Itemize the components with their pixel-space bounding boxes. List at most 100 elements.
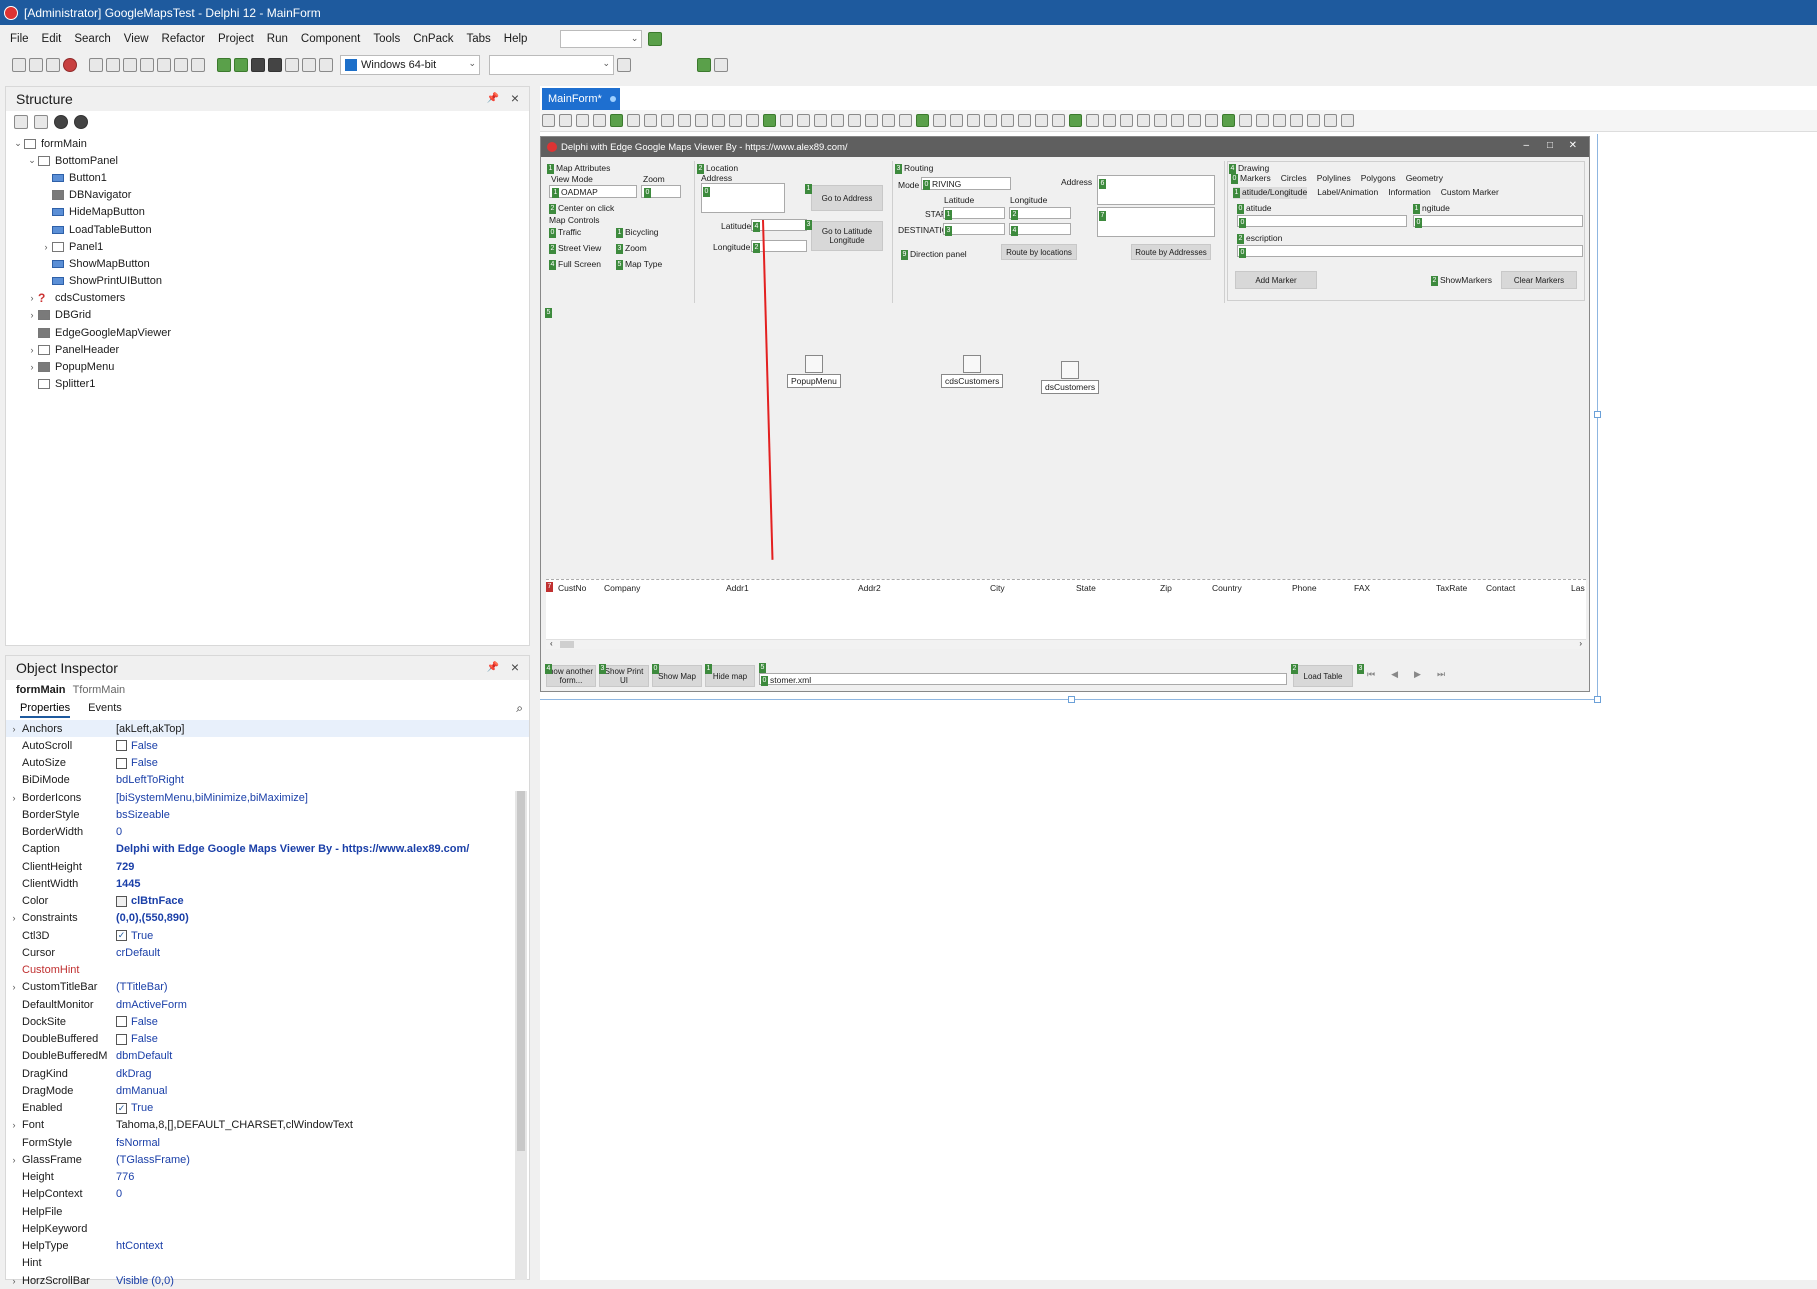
- property-value[interactable]: False: [116, 1016, 529, 1028]
- align-tool-icon[interactable]: [610, 114, 623, 127]
- navigate-forward-icon[interactable]: [714, 58, 728, 72]
- grid-column-header[interactable]: State: [1076, 583, 1096, 593]
- menu-tabs[interactable]: Tabs: [467, 33, 491, 45]
- tree-node[interactable]: › PopupMenu: [6, 358, 529, 375]
- start-latitude-input[interactable]: 1: [943, 207, 1005, 220]
- property-row[interactable]: Cursor crDefault: [6, 944, 529, 961]
- menu-tools[interactable]: Tools: [373, 33, 400, 45]
- menu-refactor[interactable]: Refactor: [162, 33, 205, 45]
- align-tool-icon[interactable]: [695, 114, 708, 127]
- new-icon[interactable]: [12, 58, 26, 72]
- last-record-icon[interactable]: ⏭: [1437, 669, 1445, 680]
- menu-run[interactable]: Run: [267, 33, 288, 45]
- map-type-check[interactable]: 5 Map Type: [616, 259, 662, 270]
- menu-file[interactable]: File: [10, 33, 29, 45]
- property-row[interactable]: Height 776: [6, 1169, 529, 1186]
- tab-mainform[interactable]: MainForm*: [542, 88, 620, 110]
- property-value[interactable]: 776: [116, 1171, 529, 1183]
- expand-chevron-icon[interactable]: ›: [6, 724, 22, 734]
- grid-column-header[interactable]: Company: [604, 583, 640, 593]
- trace-into-icon[interactable]: [302, 58, 316, 72]
- expand-chevron-icon[interactable]: ›: [6, 913, 22, 923]
- popupmenu-component[interactable]: PopupMenu: [787, 355, 841, 388]
- toggle-form-icon[interactable]: [174, 58, 188, 72]
- show-markers-check[interactable]: 2 ShowMarkers: [1431, 275, 1492, 286]
- align-tool-icon[interactable]: [814, 114, 827, 127]
- marker-longitude-input[interactable]: 0: [1413, 215, 1583, 228]
- tree-node[interactable]: LoadTableButton: [6, 221, 529, 238]
- inspector-object-selector[interactable]: formMain TformMain: [6, 680, 529, 700]
- direction-panel-check[interactable]: 9 Direction panel: [901, 249, 967, 260]
- align-tool-icon[interactable]: [882, 114, 895, 127]
- marker-description-input[interactable]: 0: [1237, 245, 1583, 258]
- location-address-input[interactable]: 0: [701, 183, 785, 213]
- run-without-debug-icon[interactable]: [234, 58, 248, 72]
- align-tool-icon[interactable]: [1324, 114, 1337, 127]
- subtab-information[interactable]: Information: [1388, 187, 1431, 199]
- align-tool-icon[interactable]: [950, 114, 963, 127]
- property-value[interactable]: Visible (0,0): [116, 1275, 529, 1287]
- property-value[interactable]: (0,0),(550,890): [116, 912, 529, 924]
- property-row[interactable]: CustomHint: [6, 962, 529, 979]
- bicycling-check[interactable]: 1 Bicycling: [616, 227, 659, 238]
- close-icon[interactable]: ×: [511, 90, 519, 106]
- property-value[interactable]: dmManual: [116, 1085, 529, 1097]
- property-value[interactable]: Tahoma,8,[],DEFAULT_CHARSET,clWindowText: [116, 1119, 529, 1131]
- tree-node[interactable]: › DBGrid: [6, 307, 529, 324]
- align-tool-icon[interactable]: [933, 114, 946, 127]
- align-tool-icon[interactable]: [899, 114, 912, 127]
- tab-polygons[interactable]: Polygons: [1361, 173, 1396, 185]
- menu-cnpack[interactable]: CnPack: [413, 33, 453, 45]
- destination-longitude-input[interactable]: 4: [1009, 223, 1071, 236]
- property-row[interactable]: ClientHeight 729: [6, 858, 529, 875]
- grid-column-header[interactable]: Zip: [1160, 583, 1172, 593]
- property-row[interactable]: AutoScroll False: [6, 737, 529, 754]
- subtab-label-animation[interactable]: Label/Animation: [1317, 187, 1378, 199]
- property-value[interactable]: False: [116, 740, 529, 752]
- property-row[interactable]: Color clBtnFace: [6, 893, 529, 910]
- tree-node[interactable]: HideMapButton: [6, 204, 529, 221]
- align-tool-icon[interactable]: [1341, 114, 1354, 127]
- align-tool-icon[interactable]: [1256, 114, 1269, 127]
- align-tool-icon[interactable]: [661, 114, 674, 127]
- dbnavigator[interactable]: ⏮ ◀ ▶ ⏭: [1367, 669, 1445, 680]
- align-tool-icon[interactable]: [1137, 114, 1150, 127]
- next-record-icon[interactable]: ▶: [1414, 669, 1421, 680]
- tree-node[interactable]: ⌄ BottomPanel: [6, 152, 529, 169]
- align-tool-icon[interactable]: [916, 114, 929, 127]
- save-icon[interactable]: [123, 58, 137, 72]
- property-row[interactable]: Enabled ✓ True: [6, 1100, 529, 1117]
- tab-properties[interactable]: Properties: [20, 702, 71, 718]
- run-to-cursor-icon[interactable]: [319, 58, 333, 72]
- property-row[interactable]: DefaultMonitor dmActiveForm: [6, 996, 529, 1013]
- tree-node[interactable]: ›? cdsCustomers: [6, 290, 529, 307]
- close-icon[interactable]: ×: [511, 659, 519, 675]
- align-tool-icon[interactable]: [1001, 114, 1014, 127]
- align-tool-icon[interactable]: [593, 114, 606, 127]
- property-value[interactable]: False: [116, 757, 529, 769]
- full-screen-check[interactable]: 4 Full Screen: [549, 259, 601, 270]
- property-row[interactable]: AutoSize False: [6, 755, 529, 772]
- grid-column-header[interactable]: Addr2: [858, 583, 881, 593]
- expand-chevron-icon[interactable]: ›: [26, 310, 38, 320]
- new-folder-icon[interactable]: [14, 115, 28, 129]
- align-tool-icon[interactable]: [1154, 114, 1167, 127]
- tab-polylines[interactable]: Polylines: [1317, 173, 1351, 185]
- load-table-button[interactable]: Load Table: [1293, 665, 1353, 687]
- start-address-input[interactable]: 6: [1097, 175, 1215, 205]
- move-down-icon[interactable]: [74, 115, 88, 129]
- expand-chevron-icon[interactable]: ›: [26, 362, 38, 372]
- expand-chevron-icon[interactable]: ›: [6, 1120, 22, 1130]
- align-tool-icon[interactable]: [627, 114, 640, 127]
- expand-chevron-icon[interactable]: ›: [6, 1276, 22, 1286]
- align-tool-icon[interactable]: [984, 114, 997, 127]
- resize-handle-corner[interactable]: [1594, 696, 1601, 703]
- property-value[interactable]: (TTitleBar): [116, 981, 529, 993]
- longitude-input[interactable]: 2: [751, 240, 807, 253]
- zoom-spin[interactable]: 0: [641, 185, 681, 198]
- property-row[interactable]: Hint: [6, 1255, 529, 1272]
- tree-node[interactable]: › PanelHeader: [6, 341, 529, 358]
- align-tool-icon[interactable]: [848, 114, 861, 127]
- property-row[interactable]: Caption Delphi with Edge Google Maps View…: [6, 841, 529, 858]
- menu-edit[interactable]: Edit: [42, 33, 62, 45]
